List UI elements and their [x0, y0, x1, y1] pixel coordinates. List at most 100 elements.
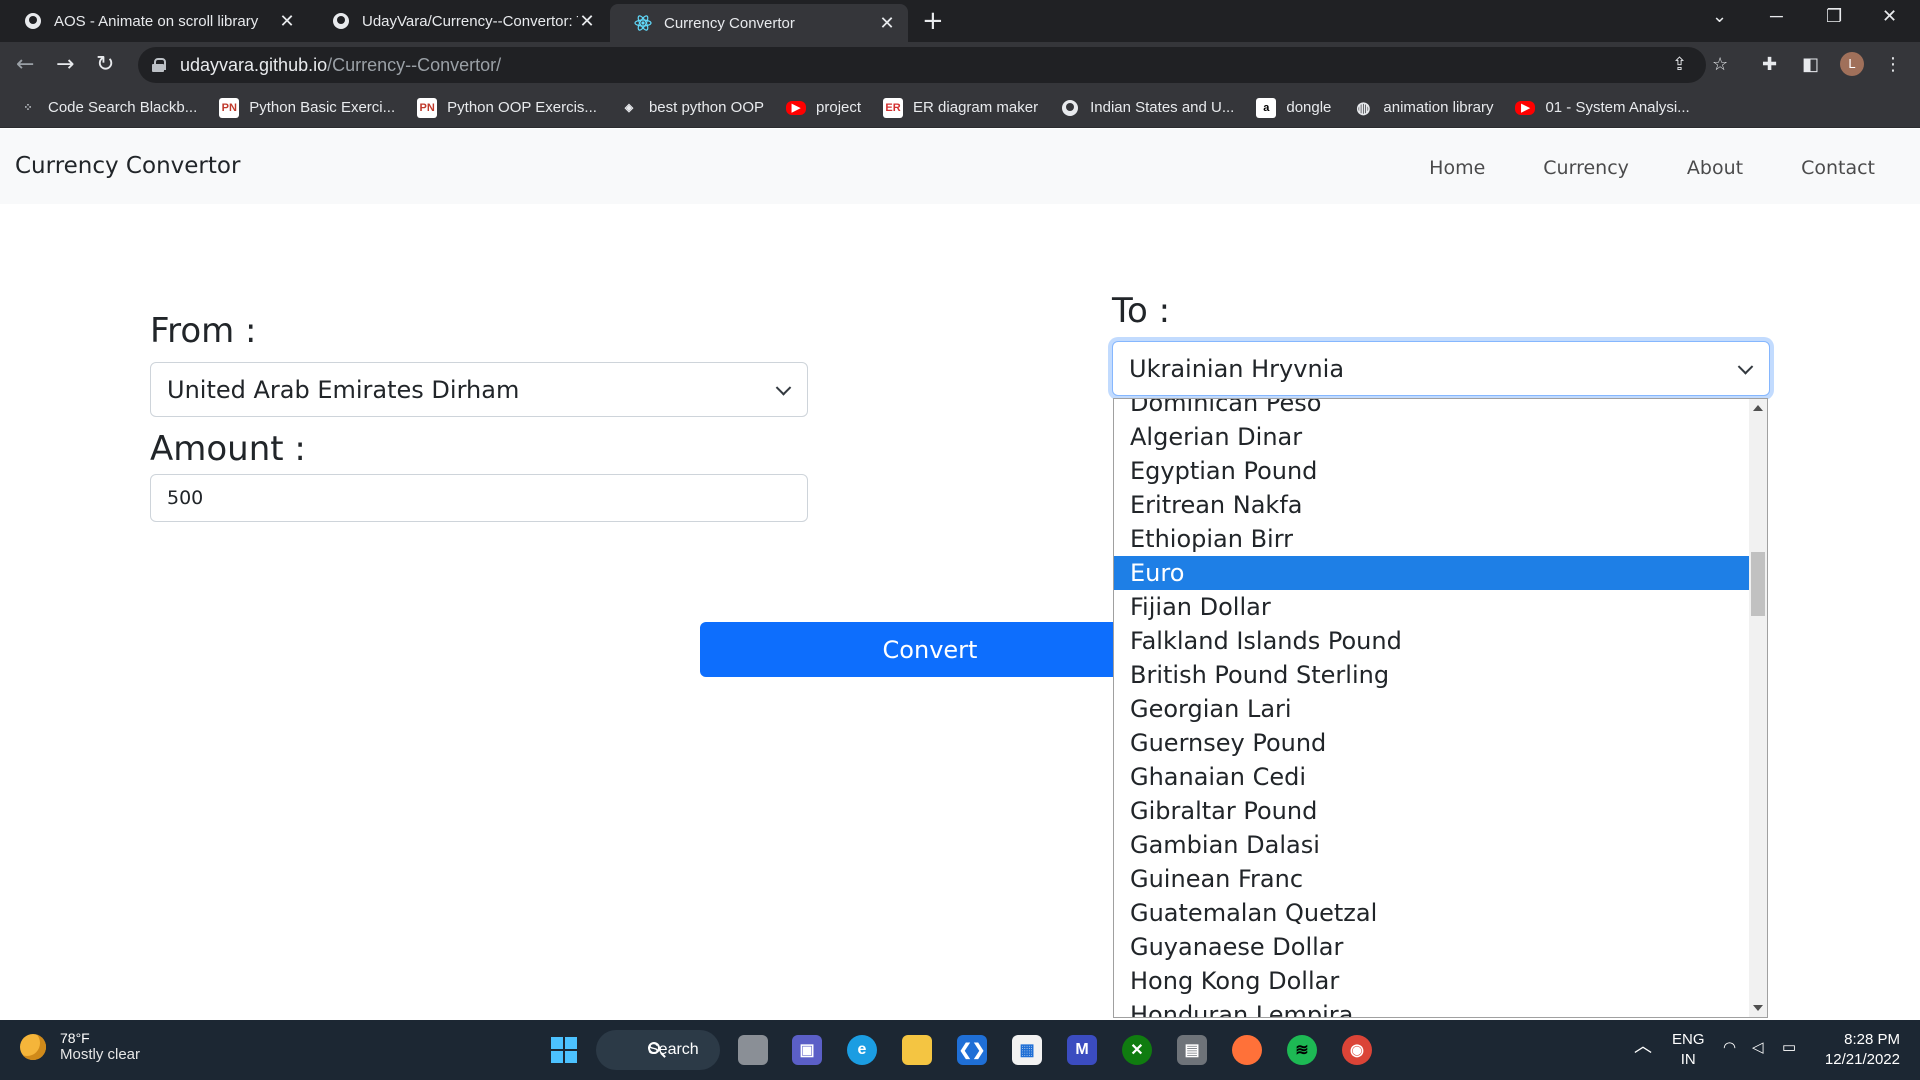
bookmark-item[interactable]: ER ER diagram maker — [883, 97, 1038, 118]
bookmark-item[interactable]: ▶ 01 - System Analysi... — [1515, 99, 1690, 116]
weather-widget[interactable]: 78°F Mostly clear — [20, 1030, 140, 1063]
chevron-down-icon — [775, 379, 792, 396]
youtube-icon: ▶ — [786, 100, 807, 115]
react-icon — [634, 14, 652, 32]
dropdown-option[interactable]: Ghanaian Cedi — [1114, 760, 1750, 794]
dropdown-option[interactable]: Honduran Lempira — [1114, 998, 1750, 1017]
close-icon[interactable]: ✕ — [578, 11, 596, 32]
dropdown-option[interactable]: Hong Kong Dollar — [1114, 964, 1750, 998]
forward-icon[interactable]: → — [56, 52, 74, 77]
tab-search-chevron-icon[interactable]: ⌄ — [1712, 6, 1727, 27]
avatar[interactable]: L — [1840, 52, 1864, 76]
dropdown-option[interactable]: Dominican Peso — [1114, 399, 1750, 420]
reload-icon[interactable]: ↻ — [96, 52, 114, 77]
spotify-icon[interactable]: ≋ — [1287, 1035, 1317, 1065]
to-currency-select[interactable]: Ukrainian Hryvnia — [1112, 341, 1770, 396]
menu-icon[interactable]: ⋮ — [1884, 54, 1902, 75]
xbox-icon[interactable]: ✕ — [1122, 1035, 1152, 1065]
bookmark-item[interactable]: a dongle — [1256, 97, 1331, 118]
dropdown-option[interactable]: Guyanaese Dollar — [1114, 930, 1750, 964]
wifi-icon[interactable]: ◠ — [1723, 1038, 1736, 1058]
dropdown-option[interactable]: Algerian Dinar — [1114, 420, 1750, 454]
vscode-icon[interactable]: ❮❯ — [957, 1035, 987, 1065]
bookmark-item[interactable]: PN Python OOP Exercis... — [417, 97, 597, 118]
tab-title: UdayVara/Currency--Convertor: T — [362, 12, 578, 30]
brand-title[interactable]: Currency Convertor — [15, 153, 240, 179]
nav-currency[interactable]: Currency — [1543, 157, 1629, 179]
scrollbar-thumb[interactable] — [1751, 552, 1765, 616]
bookmark-item[interactable]: PN Python Basic Exerci... — [219, 97, 395, 118]
tab-github[interactable]: UdayVara/Currency--Convertor: T ✕ — [308, 0, 608, 42]
bookmark-item[interactable]: ⁘ Code Search Blackb... — [18, 98, 197, 118]
site-navbar: Currency Convertor Home Currency About C… — [0, 129, 1920, 204]
nav-home[interactable]: Home — [1429, 157, 1485, 179]
battery-icon[interactable]: ▭ — [1782, 1038, 1796, 1058]
store-icon[interactable]: ▦ — [1012, 1035, 1042, 1065]
bookmark-item[interactable]: ◈ best python OOP — [619, 98, 764, 118]
dropdown-option[interactable]: Eritrean Nakfa — [1114, 488, 1750, 522]
tab-strip: AOS - Animate on scroll library ✕ UdayVa… — [0, 0, 1920, 42]
bookmark-item[interactable]: ◍ animation library — [1353, 98, 1493, 118]
from-currency-value: United Arab Emirates Dirham — [167, 375, 520, 404]
file-explorer-icon[interactable] — [902, 1035, 932, 1065]
dropdown-option[interactable]: Gibraltar Pound — [1114, 794, 1750, 828]
nav-about[interactable]: About — [1687, 157, 1743, 179]
window-close-icon[interactable]: ✕ — [1882, 6, 1897, 27]
app-icon[interactable]: M — [1067, 1035, 1097, 1065]
back-icon[interactable]: ← — [16, 52, 34, 77]
nav-contact[interactable]: Contact — [1801, 157, 1875, 179]
chrome-icon[interactable]: ◉ — [1342, 1035, 1372, 1065]
dropdown-option[interactable]: Gambian Dalasi — [1114, 828, 1750, 862]
teams-icon[interactable]: ▣ — [792, 1035, 822, 1065]
dropdown-option[interactable]: Euro — [1114, 556, 1750, 590]
restore-icon[interactable]: ❐ — [1826, 6, 1842, 27]
github-icon — [1060, 98, 1080, 118]
volume-icon[interactable]: ◁ — [1752, 1038, 1764, 1058]
dropdown-options: Dominican Peso Algerian Dinar Egyptian Pou… — [1114, 399, 1750, 1017]
github-icon — [332, 12, 350, 30]
dropdown-option[interactable]: Guinean Franc — [1114, 862, 1750, 896]
minimize-icon[interactable]: ─ — [1770, 6, 1783, 27]
tab-aos[interactable]: AOS - Animate on scroll library ✕ — [0, 0, 308, 42]
dropdown-option[interactable]: Falkland Islands Pound — [1114, 624, 1750, 658]
tab-currency-convertor[interactable]: Currency Convertor ✕ — [610, 4, 908, 42]
to-label: To : — [1112, 291, 1171, 331]
bookmark-item[interactable]: Indian States and U... — [1060, 98, 1234, 118]
bookmark-item[interactable]: ▶ project — [786, 99, 861, 116]
bookmark-star-icon[interactable]: ☆ — [1712, 54, 1728, 75]
dropdown-option[interactable]: British Pound Sterling — [1114, 658, 1750, 692]
firefox-icon[interactable] — [1232, 1035, 1262, 1065]
share-icon[interactable]: ⇪ — [1672, 54, 1687, 75]
scroll-up-icon[interactable] — [1753, 405, 1763, 411]
taskbar-search[interactable]: Search — [596, 1030, 720, 1070]
nav-links: Home Currency About Contact — [1371, 157, 1875, 179]
clock[interactable]: 8:28 PM 12/21/2022 — [1820, 1030, 1900, 1070]
edge-icon[interactable]: e — [847, 1035, 877, 1065]
youtube-icon: ▶ — [1515, 100, 1536, 115]
dropdown-option[interactable]: Ethiopian Birr — [1114, 522, 1750, 556]
calculator-icon[interactable]: ▤ — [1177, 1035, 1207, 1065]
language-indicator[interactable]: ENG IN — [1672, 1030, 1705, 1070]
dropdown-option[interactable]: Guernsey Pound — [1114, 726, 1750, 760]
close-icon[interactable]: ✕ — [278, 11, 296, 32]
to-currency-dropdown-list[interactable]: Dominican Peso Algerian Dinar Egyptian Pou… — [1113, 398, 1768, 1018]
dropdown-scrollbar[interactable] — [1749, 399, 1767, 1017]
task-view-icon[interactable] — [738, 1035, 768, 1065]
extensions-icon[interactable]: ✚ — [1762, 54, 1777, 75]
tray-overflow-icon[interactable]: ︿ — [1634, 1036, 1652, 1056]
dropdown-option[interactable]: Georgian Lari — [1114, 692, 1750, 726]
from-label: From : — [150, 311, 257, 351]
start-icon[interactable] — [549, 1035, 579, 1065]
dropdown-option[interactable]: Egyptian Pound — [1114, 454, 1750, 488]
new-tab-icon[interactable]: + — [922, 6, 944, 36]
amount-input[interactable]: 500 — [150, 474, 808, 522]
bookmarks-bar: ⁘ Code Search Blackb... PN Python Basic Ex… — [0, 88, 1920, 128]
from-currency-select[interactable]: United Arab Emirates Dirham — [150, 362, 808, 417]
scroll-down-icon[interactable] — [1753, 1005, 1763, 1011]
dropdown-option[interactable]: Guatemalan Quetzal — [1114, 896, 1750, 930]
close-icon[interactable]: ✕ — [878, 13, 896, 34]
address-bar[interactable]: udayvara.github.io/Currency--Convertor/ — [138, 47, 1706, 83]
side-panel-icon[interactable]: ◧ — [1802, 54, 1819, 75]
dropdown-option[interactable]: Fijian Dollar — [1114, 590, 1750, 624]
convert-button[interactable]: Convert — [700, 622, 1160, 677]
